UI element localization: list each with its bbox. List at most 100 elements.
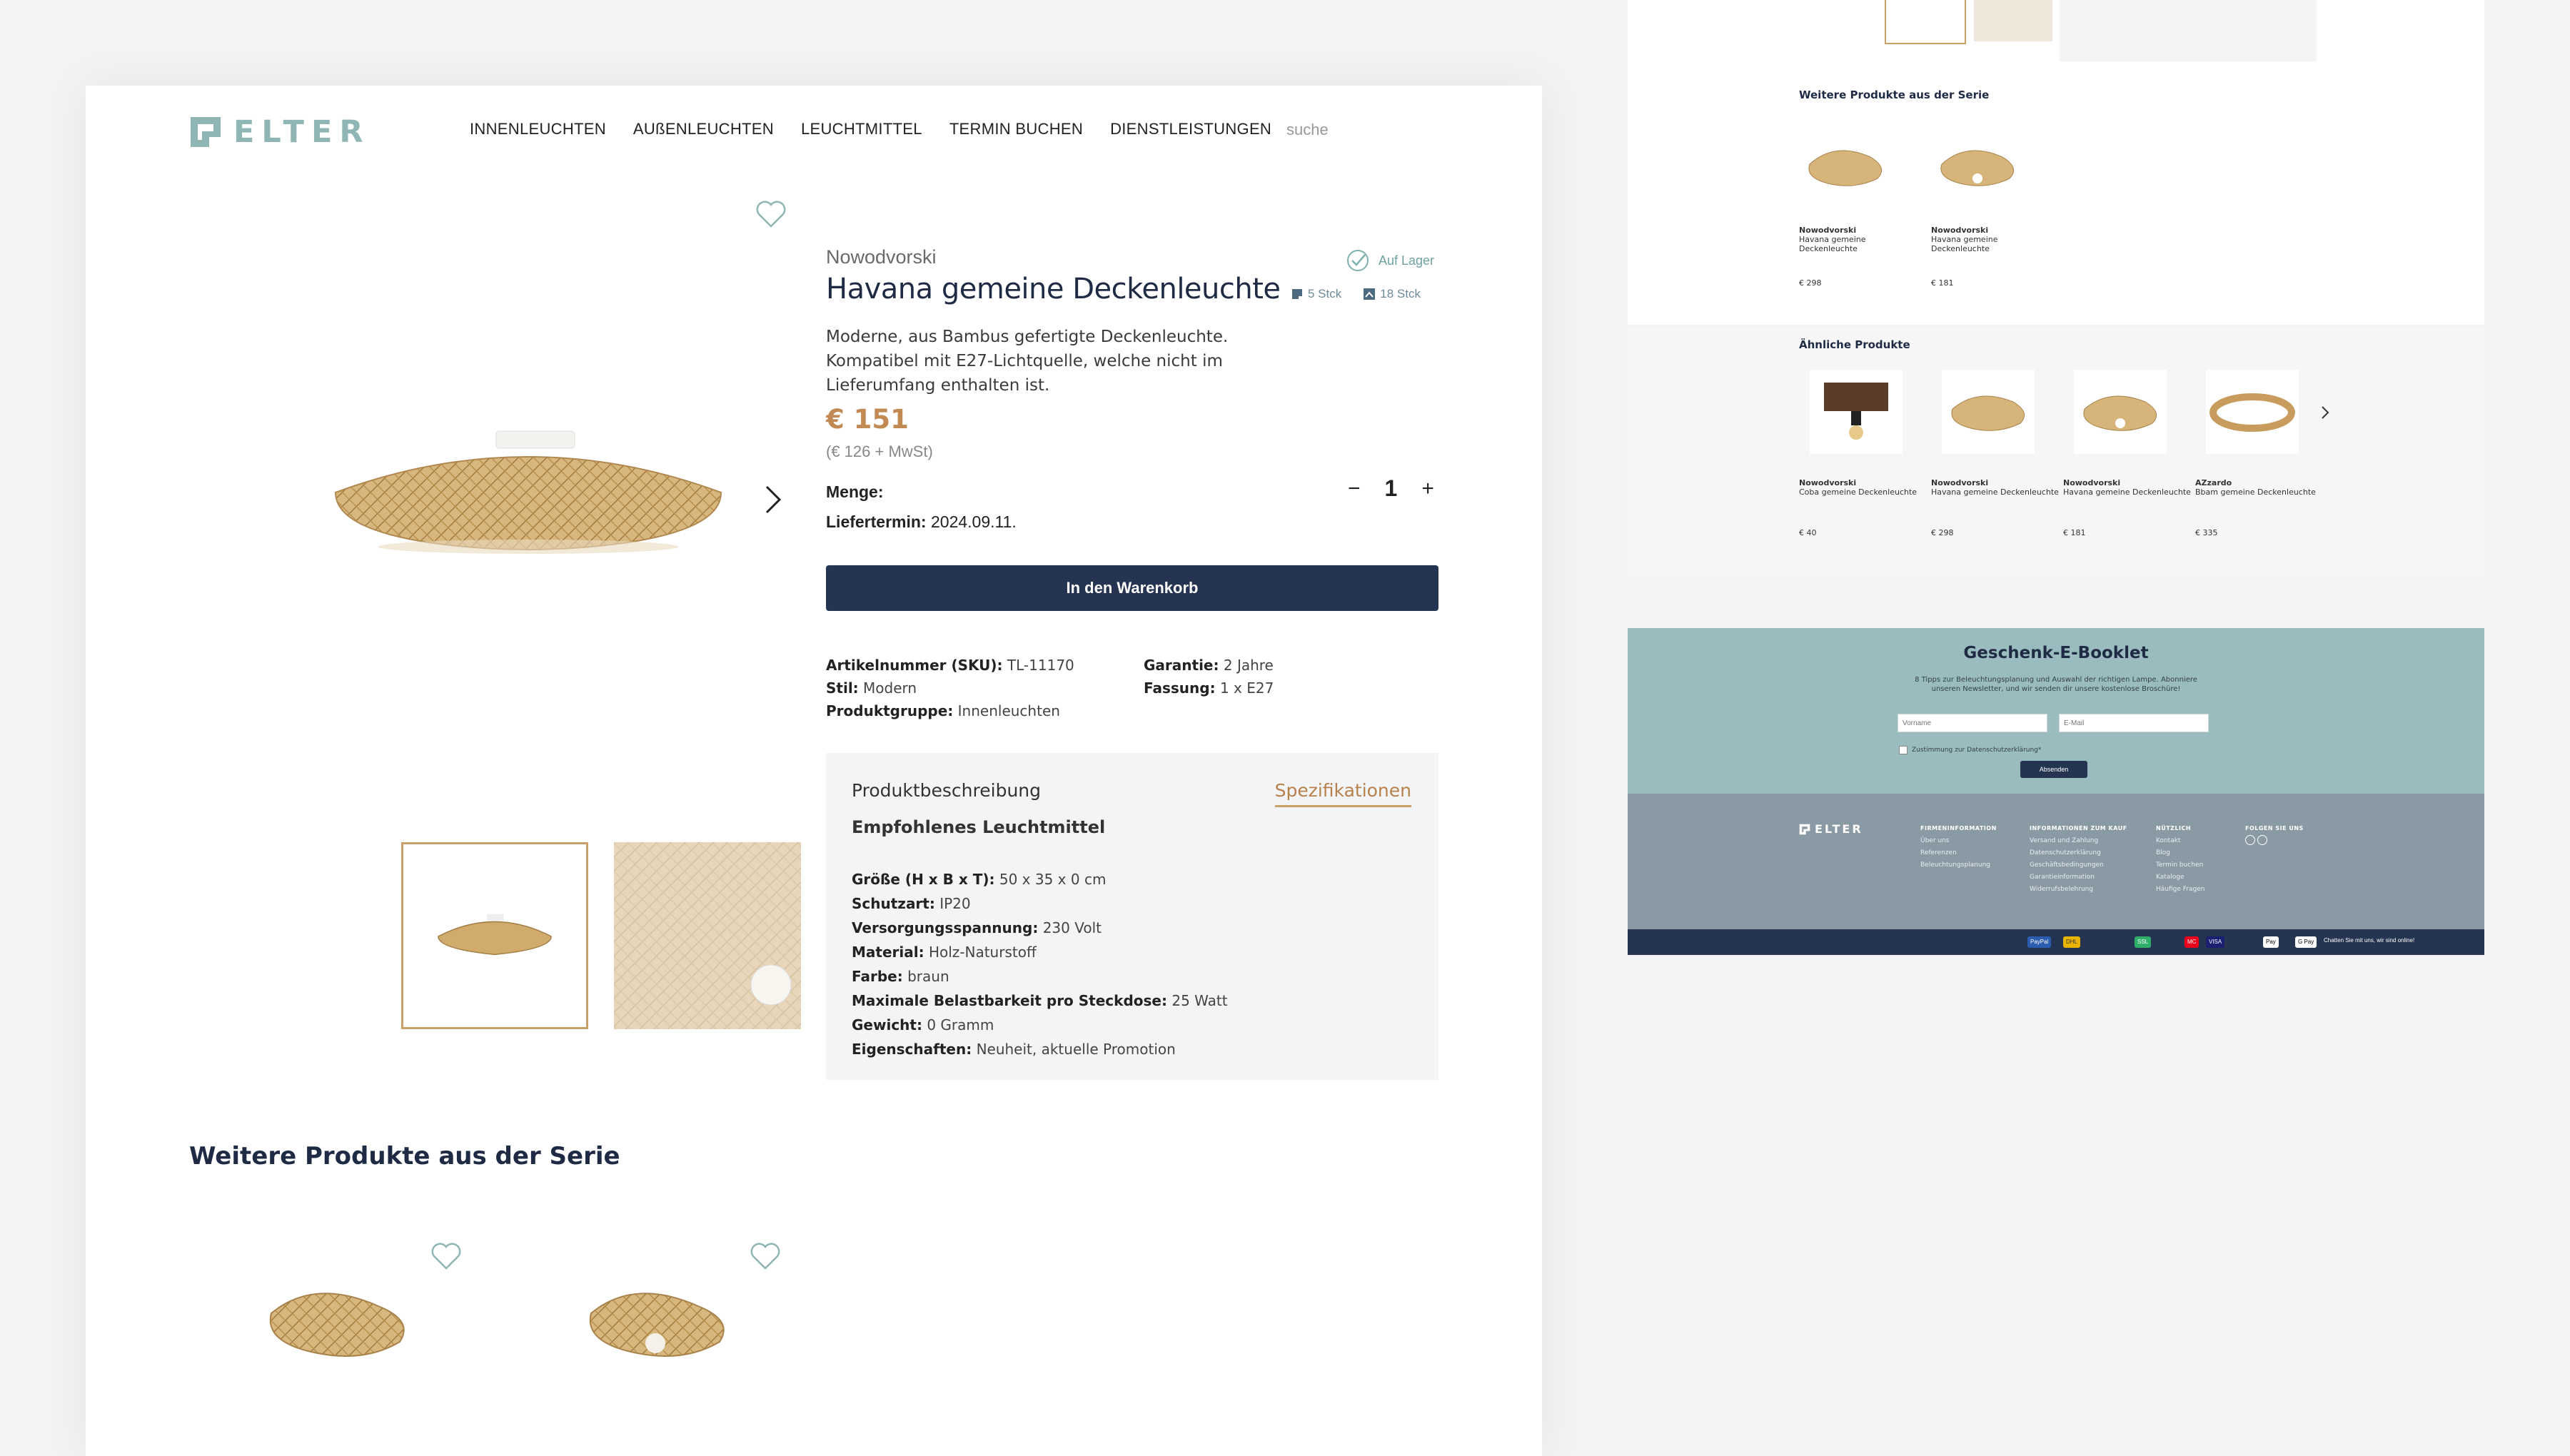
thumbnail-1[interactable] (401, 842, 588, 1029)
stock-status: Auf Lager (1346, 248, 1434, 273)
newsletter-email-input[interactable] (2059, 714, 2209, 732)
preview-similar-price: € 298 (1931, 528, 1954, 537)
warehouse-icon (1364, 288, 1376, 300)
preview-spec-box (2060, 0, 2317, 61)
quantity-stepper: − 1 + (1348, 475, 1434, 502)
spec-row: Versorgungsspannung: 230 Volt (852, 919, 1102, 936)
attr-warranty: Garantie: 2 Jahre (1144, 657, 1274, 674)
brand-logo[interactable]: ELTER (189, 114, 370, 150)
nav-item-leuchtmittel[interactable]: LEUCHTMITTEL (801, 120, 922, 138)
preview-series-card[interactable] (1931, 128, 2024, 200)
preview-series-card[interactable] (1799, 128, 1892, 200)
preview-thumbnail[interactable] (1885, 0, 1966, 44)
footer-col: FIRMENINFORMATION Über uns Referenzen Be… (1920, 825, 1997, 869)
product-title: Havana gemeine Deckenleuchte (826, 273, 1281, 305)
favorite-heart-icon[interactable] (750, 1242, 781, 1270)
stock-status-text: Auf Lager (1379, 253, 1435, 268)
mastercard-icon: MC (2184, 936, 2199, 948)
spec-row: Schutzart: IP20 (852, 895, 971, 912)
tab-specifications[interactable]: Spezifikationen (1274, 780, 1411, 807)
product-price-net: (€ 126 + MwSt) (826, 443, 933, 460)
favorite-heart-icon[interactable] (430, 1242, 462, 1270)
preview-series-price: € 298 (1799, 278, 1822, 288)
product-brand[interactable]: Nowodvorski (826, 246, 937, 268)
delivery-date: Liefertermin: 2024.09.11. (826, 512, 1017, 532)
product-details-box: Produktbeschreibung Spezifikationen Empf… (826, 753, 1438, 1080)
logo-icon (191, 117, 221, 147)
nav-item-innenleuchten[interactable]: INNENLEUCHTEN (470, 120, 606, 138)
search-input[interactable] (1285, 120, 1416, 140)
carousel-next-icon[interactable] (2320, 405, 2330, 420)
nav-item-aussenleuchten[interactable]: AUßENLEUCHTEN (633, 120, 774, 138)
ssl-icon: SSL (2135, 936, 2152, 948)
preview-footer: ELTER FIRMENINFORMATION Über uns Referen… (1628, 794, 2484, 929)
favorite-heart-icon[interactable] (755, 200, 787, 228)
preview-series-name: Nowodvorski Havana gemeine Deckenleuchte (1799, 226, 1866, 253)
footer-logo[interactable]: ELTER (1799, 822, 1863, 836)
facebook-icon[interactable] (2245, 835, 2255, 845)
preview-similar-card[interactable] (1942, 370, 2035, 454)
newsletter-name-input[interactable] (1898, 714, 2047, 732)
product-price: € 151 (826, 404, 909, 435)
recommended-bulb-heading[interactable]: Empfohlenes Leuchtmittel (852, 817, 1105, 837)
google-pay-icon: G Pay (2295, 936, 2317, 948)
preview-series-name: Nowodvorski Havana gemeine Deckenleuchte (1931, 226, 1998, 253)
stock-counts: 5 Stck 18 Stck (1291, 287, 1421, 301)
store-icon (1292, 289, 1302, 299)
attr-style: Stil: Modern (826, 679, 917, 697)
spec-row: Maximale Belastbarkeit pro Steckdose: 25… (852, 992, 1228, 1009)
preview-similar-price: € 335 (2195, 528, 2218, 537)
nav-item-dienstleistungen[interactable]: DIENSTLEISTUNGEN (1110, 120, 1271, 138)
preview-similar-card[interactable] (2206, 370, 2299, 454)
quantity-decrease-button[interactable]: − (1348, 477, 1361, 501)
preview-similar-card[interactable] (1810, 370, 1903, 454)
footer-col: FOLGEN SIE UNS (2245, 822, 2304, 850)
spec-row: Farbe: braun (852, 968, 949, 985)
preview-similar-price: € 181 (2063, 528, 2086, 537)
newsletter-submit-button[interactable]: Absenden (2020, 761, 2087, 778)
product-page: ELTER INNENLEUCHTEN AUßENLEUCHTEN LEUCHT… (86, 86, 1542, 1456)
series-product-image[interactable] (257, 1263, 421, 1377)
product-main-image (334, 430, 722, 554)
series-product-image[interactable] (577, 1263, 741, 1377)
preview-series-heading: Weitere Produkte aus der Serie (1799, 89, 1990, 101)
quantity-increase-button[interactable]: + (1421, 477, 1434, 501)
tab-description[interactable]: Produktbeschreibung (852, 780, 1041, 801)
series-heading: Weitere Produkte aus der Serie (189, 1142, 620, 1171)
preview-similar-heading: Ähnliche Produkte (1799, 338, 1910, 351)
product-description: Moderne, aus Bambus gefertigte Deckenleu… (826, 328, 1229, 395)
instagram-icon[interactable] (2257, 835, 2267, 845)
preview-similar-name: Nowodvorski Havana gemeine Deckenleuchte (2063, 478, 2191, 497)
product-attributes: Artikelnummer (SKU): TL-11170 Garantie: … (826, 657, 1454, 719)
delivery-label: Liefertermin: (826, 512, 927, 531)
preview-thumbnail[interactable] (1974, 0, 2052, 41)
visa-icon: VISA (2206, 936, 2225, 948)
preview-similar-card[interactable] (2074, 370, 2167, 454)
stock-store-count: 5 Stck (1308, 287, 1342, 300)
preview-similar-name: Nowodvorski Coba gemeine Deckenleuchte (1799, 478, 1918, 497)
check-circle-icon (1347, 250, 1369, 271)
newsletter-consent-checkbox[interactable]: Zustimmung zur Datenschutzerklärung* (1899, 746, 2041, 754)
quantity-label: Menge: (826, 482, 884, 501)
stock-warehouse-count: 18 Stck (1380, 287, 1421, 300)
newsletter-text: 8 Tipps zur Beleuchtungsplanung und Ausw… (1915, 676, 2197, 693)
quantity-value[interactable]: 1 (1385, 475, 1398, 502)
preview-similar-price: € 40 (1799, 528, 1817, 537)
preview-similar-section: Ähnliche Produkte Nowodvorski Coba gemein… (1628, 327, 2484, 577)
next-image-arrow-icon[interactable] (762, 484, 784, 515)
apple-pay-icon: Pay (2263, 936, 2279, 948)
thumbnail-2[interactable] (614, 842, 801, 1029)
add-to-cart-button[interactable]: In den Warenkorb (826, 565, 1438, 611)
chat-text[interactable]: Chatten Sie mit uns, wir sind online! (2324, 937, 2414, 944)
preview-series-section: Weitere Produkte aus der Serie Nowodvors… (1628, 0, 2484, 325)
spec-row: Material: Holz-Naturstoff (852, 944, 1037, 961)
nav-item-termin-buchen[interactable]: TERMIN BUCHEN (949, 120, 1083, 138)
attr-socket: Fassung: 1 x E27 (1144, 679, 1274, 697)
spec-row: Größe (H x B x T): 50 x 35 x 0 cm (852, 871, 1107, 888)
spec-list: Größe (H x B x T): 50 x 35 x 0 cm Schutz… (852, 867, 1228, 1061)
footer-col: NÜTZLICH Kontakt Blog Termin buchen Kata… (2156, 825, 2205, 893)
preview-newsletter: Geschenk-E-Booklet 8 Tipps zur Beleuchtu… (1628, 628, 2484, 794)
dhl-icon: DHL (2063, 936, 2081, 948)
preview-similar-name: AZzardo Bbam gemeine Deckenleuchte (2195, 478, 2316, 497)
preview-series-price: € 181 (1931, 278, 1954, 288)
